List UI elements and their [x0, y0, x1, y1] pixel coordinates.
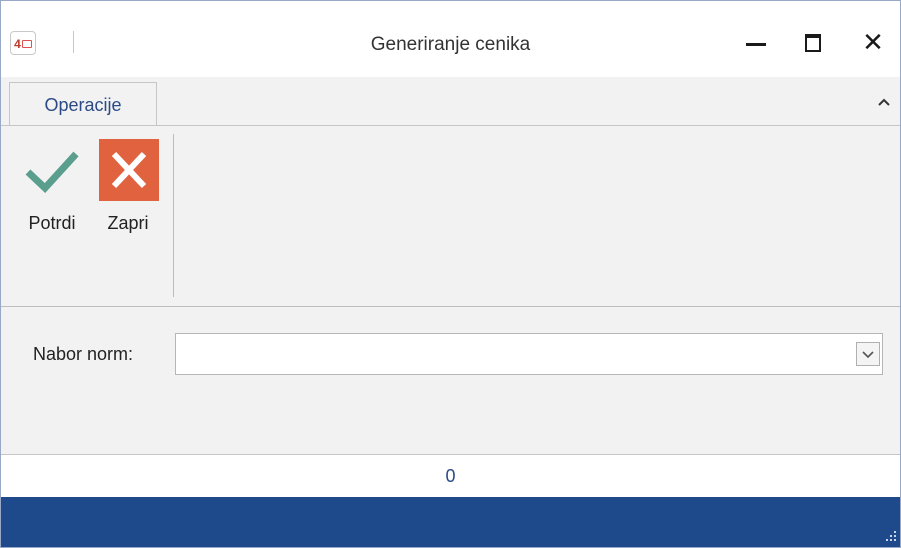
minimize-button[interactable] [738, 25, 776, 59]
chevron-down-icon [862, 351, 874, 359]
ribbon-group-separator [173, 134, 174, 297]
nabor-norm-label: Nabor norm: [33, 344, 134, 364]
title-bar[interactable]: 4 Generiranje cenika ✕ [1, 1, 900, 77]
dialog-window: 4 Generiranje cenika ✕ Operacije Potrdi [0, 0, 901, 548]
maximize-button[interactable] [795, 25, 833, 59]
potrdi-label: Potrdi [28, 213, 76, 233]
maximize-icon [805, 34, 821, 52]
ribbon-divider [1, 125, 900, 126]
tab-operacije[interactable]: Operacije [9, 82, 157, 126]
close-icon [98, 138, 159, 202]
zapri-label: Zapri [107, 213, 149, 233]
section-divider [1, 306, 900, 307]
zapri-button[interactable]: Zapri [95, 133, 161, 243]
resize-grip-icon[interactable] [885, 531, 897, 543]
status-bar: 0 [1, 455, 900, 497]
nabor-norm-combobox[interactable] [175, 333, 883, 375]
footer-bar [1, 497, 900, 547]
record-count: 0 [445, 466, 456, 486]
minimize-icon [746, 43, 766, 46]
potrdi-button[interactable]: Potrdi [13, 133, 91, 243]
close-icon: ✕ [862, 27, 884, 57]
chevron-up-icon [878, 98, 890, 106]
ribbon-collapse-button[interactable] [874, 93, 894, 113]
close-window-button[interactable]: ✕ [854, 25, 892, 59]
nabor-norm-dropdown-button[interactable] [856, 342, 880, 366]
checkmark-icon [25, 151, 79, 193]
